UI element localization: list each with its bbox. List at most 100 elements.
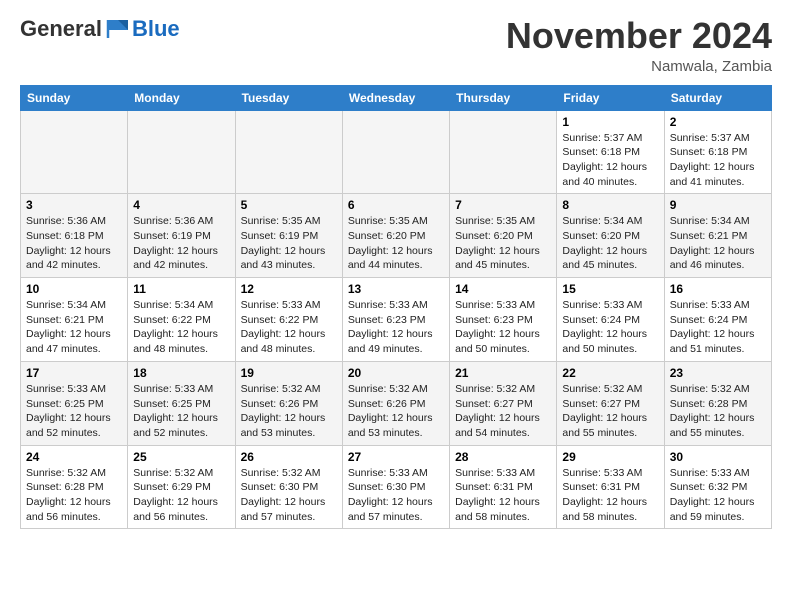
calendar-day-cell: 4Sunrise: 5:36 AMSunset: 6:19 PMDaylight… — [128, 194, 235, 278]
day-info: Sunrise: 5:33 AMSunset: 6:24 PMDaylight:… — [562, 298, 658, 357]
logo-flag-icon — [104, 18, 132, 40]
calendar-day-cell: 28Sunrise: 5:33 AMSunset: 6:31 PMDayligh… — [450, 445, 557, 529]
day-info: Sunrise: 5:33 AMSunset: 6:25 PMDaylight:… — [133, 382, 229, 441]
day-number: 22 — [562, 366, 658, 380]
calendar-day-cell: 21Sunrise: 5:32 AMSunset: 6:27 PMDayligh… — [450, 361, 557, 445]
calendar-header-row: SundayMondayTuesdayWednesdayThursdayFrid… — [21, 85, 772, 110]
day-number: 7 — [455, 198, 551, 212]
calendar-day-cell: 29 Sunrise: 5:33 AMSunset: 6:31 PMDayligh… — [557, 445, 664, 529]
day-info: Sunrise: 5:32 AMSunset: 6:29 PMDaylight:… — [133, 466, 229, 525]
day-number: 24 — [26, 450, 122, 464]
calendar-day-cell: 6 Sunrise: 5:35 AMSunset: 6:20 PMDaylight… — [342, 194, 449, 278]
calendar-day-cell: 27 Sunrise: 5:33 AMSunset: 6:30 PMDayligh… — [342, 445, 449, 529]
calendar-week-row: 10Sunrise: 5:34 AMSunset: 6:21 PMDayligh… — [21, 278, 772, 362]
day-info: Sunrise: 5:33 AMSunset: 6:22 PMDaylight:… — [241, 298, 337, 357]
logo-blue: Blue — [132, 16, 180, 42]
calendar-day-cell: 17 Sunrise: 5:33 AMSunset: 6:25 PMDayligh… — [21, 361, 128, 445]
calendar-week-row: 1Sunrise: 5:37 AMSunset: 6:18 PMDaylight… — [21, 110, 772, 194]
day-info: Sunrise: 5:33 AMSunset: 6:24 PMDaylight:… — [670, 298, 766, 357]
calendar-day-cell: 3Sunrise: 5:36 AMSunset: 6:18 PMDaylight… — [21, 194, 128, 278]
day-number: 15 — [562, 282, 658, 296]
calendar-day-cell: 7 Sunrise: 5:35 AMSunset: 6:20 PMDaylight… — [450, 194, 557, 278]
day-info: Sunrise: 5:33 AMSunset: 6:31 PMDaylight:… — [455, 466, 551, 525]
calendar-day-cell: 14Sunrise: 5:33 AMSunset: 6:23 PMDayligh… — [450, 278, 557, 362]
header: General Blue November 2024 Namwala, Zamb… — [20, 16, 772, 75]
day-number: 2 — [670, 115, 766, 129]
day-number: 13 — [348, 282, 444, 296]
day-info: Sunrise: 5:33 AMSunset: 6:31 PMDaylight:… — [562, 466, 658, 525]
day-number: 16 — [670, 282, 766, 296]
logo-general: General — [20, 16, 102, 42]
day-info: Sunrise: 5:32 AMSunset: 6:26 PMDaylight:… — [348, 382, 444, 441]
day-number: 5 — [241, 198, 337, 212]
weekday-header: Saturday — [664, 85, 771, 110]
weekday-header: Sunday — [21, 85, 128, 110]
day-number: 1 — [562, 115, 658, 129]
day-info: Sunrise: 5:34 AMSunset: 6:21 PMDaylight:… — [670, 214, 766, 273]
day-number: 20 — [348, 366, 444, 380]
day-info: Sunrise: 5:35 AMSunset: 6:20 PMDaylight:… — [348, 214, 444, 273]
day-info: Sunrise: 5:34 AMSunset: 6:21 PMDaylight:… — [26, 298, 122, 357]
day-info: Sunrise: 5:33 AMSunset: 6:25 PMDaylight:… — [26, 382, 122, 441]
weekday-header: Monday — [128, 85, 235, 110]
day-number: 29 — [562, 450, 658, 464]
day-info: Sunrise: 5:36 AMSunset: 6:19 PMDaylight:… — [133, 214, 229, 273]
calendar-day-cell: 8Sunrise: 5:34 AMSunset: 6:20 PMDaylight… — [557, 194, 664, 278]
calendar-day-cell: 22 Sunrise: 5:32 AMSunset: 6:27 PMDayligh… — [557, 361, 664, 445]
calendar-day-cell: 25Sunrise: 5:32 AMSunset: 6:29 PMDayligh… — [128, 445, 235, 529]
day-info: Sunrise: 5:33 AMSunset: 6:23 PMDaylight:… — [455, 298, 551, 357]
calendar-table: SundayMondayTuesdayWednesdayThursdayFrid… — [20, 85, 772, 530]
calendar-day-cell: 11 Sunrise: 5:34 AMSunset: 6:22 PMDayligh… — [128, 278, 235, 362]
day-number: 30 — [670, 450, 766, 464]
day-info: Sunrise: 5:34 AMSunset: 6:20 PMDaylight:… — [562, 214, 658, 273]
calendar-day-cell: 23 Sunrise: 5:32 AMSunset: 6:28 PMDayligh… — [664, 361, 771, 445]
calendar-day-cell: 5 Sunrise: 5:35 AMSunset: 6:19 PMDaylight… — [235, 194, 342, 278]
logo: General Blue — [20, 16, 180, 42]
calendar-week-row: 17 Sunrise: 5:33 AMSunset: 6:25 PMDayligh… — [21, 361, 772, 445]
day-number: 3 — [26, 198, 122, 212]
logo-text: General Blue — [20, 16, 180, 42]
location: Namwala, Zambia — [506, 58, 772, 75]
calendar-day-cell: 2Sunrise: 5:37 AMSunset: 6:18 PMDaylight… — [664, 110, 771, 194]
calendar-day-cell: 16 Sunrise: 5:33 AMSunset: 6:24 PMDayligh… — [664, 278, 771, 362]
title-block: November 2024 Namwala, Zambia — [506, 16, 772, 75]
calendar-day-cell — [128, 110, 235, 194]
day-number: 17 — [26, 366, 122, 380]
day-number: 19 — [241, 366, 337, 380]
calendar-day-cell: 18 Sunrise: 5:33 AMSunset: 6:25 PMDayligh… — [128, 361, 235, 445]
day-info: Sunrise: 5:32 AMSunset: 6:28 PMDaylight:… — [26, 466, 122, 525]
calendar-day-cell: 20 Sunrise: 5:32 AMSunset: 6:26 PMDayligh… — [342, 361, 449, 445]
calendar-day-cell: 26Sunrise: 5:32 AMSunset: 6:30 PMDayligh… — [235, 445, 342, 529]
day-info: Sunrise: 5:33 AMSunset: 6:30 PMDaylight:… — [348, 466, 444, 525]
day-number: 11 — [133, 282, 229, 296]
day-info: Sunrise: 5:33 AMSunset: 6:32 PMDaylight:… — [670, 466, 766, 525]
day-number: 18 — [133, 366, 229, 380]
day-number: 23 — [670, 366, 766, 380]
calendar-day-cell: 10Sunrise: 5:34 AMSunset: 6:21 PMDayligh… — [21, 278, 128, 362]
day-info: Sunrise: 5:35 AMSunset: 6:20 PMDaylight:… — [455, 214, 551, 273]
day-info: Sunrise: 5:33 AMSunset: 6:23 PMDaylight:… — [348, 298, 444, 357]
day-info: Sunrise: 5:35 AMSunset: 6:19 PMDaylight:… — [241, 214, 337, 273]
page: General Blue November 2024 Namwala, Zamb… — [0, 0, 792, 545]
day-number: 21 — [455, 366, 551, 380]
day-info: Sunrise: 5:32 AMSunset: 6:27 PMDaylight:… — [562, 382, 658, 441]
calendar-day-cell — [21, 110, 128, 194]
calendar-day-cell: 19Sunrise: 5:32 AMSunset: 6:26 PMDayligh… — [235, 361, 342, 445]
day-number: 6 — [348, 198, 444, 212]
calendar-day-cell: 15 Sunrise: 5:33 AMSunset: 6:24 PMDayligh… — [557, 278, 664, 362]
day-info: Sunrise: 5:32 AMSunset: 6:30 PMDaylight:… — [241, 466, 337, 525]
day-info: Sunrise: 5:32 AMSunset: 6:28 PMDaylight:… — [670, 382, 766, 441]
calendar-day-cell — [235, 110, 342, 194]
weekday-header: Thursday — [450, 85, 557, 110]
day-info: Sunrise: 5:34 AMSunset: 6:22 PMDaylight:… — [133, 298, 229, 357]
calendar-day-cell: 30 Sunrise: 5:33 AMSunset: 6:32 PMDayligh… — [664, 445, 771, 529]
calendar-day-cell — [342, 110, 449, 194]
calendar-day-cell — [450, 110, 557, 194]
day-number: 27 — [348, 450, 444, 464]
weekday-header: Wednesday — [342, 85, 449, 110]
month-title: November 2024 — [506, 16, 772, 56]
weekday-header: Friday — [557, 85, 664, 110]
calendar-day-cell: 1Sunrise: 5:37 AMSunset: 6:18 PMDaylight… — [557, 110, 664, 194]
calendar-day-cell: 24 Sunrise: 5:32 AMSunset: 6:28 PMDayligh… — [21, 445, 128, 529]
weekday-header: Tuesday — [235, 85, 342, 110]
